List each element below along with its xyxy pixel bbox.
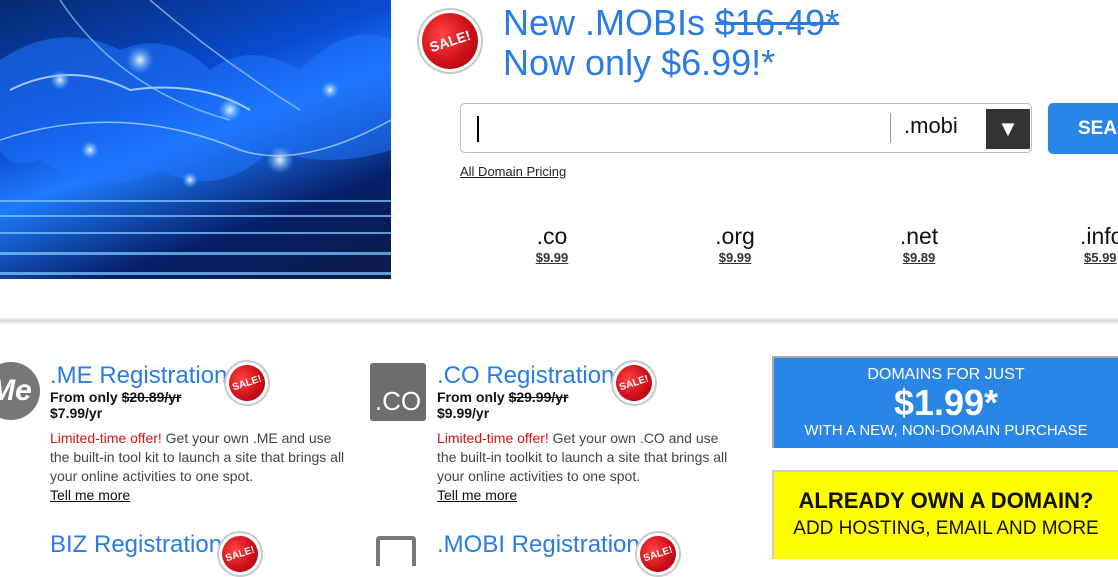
tld-select-value[interactable]: .mobi (904, 113, 958, 139)
promo-price: $1.99* (893, 382, 999, 423)
me-logo-icon: Me (0, 362, 40, 420)
headline-prefix: New .MOBIs (503, 2, 716, 43)
promo-yellow-line-1: ALREADY OWN A DOMAIN? (798, 488, 1094, 513)
me-tell-me-more-link[interactable]: Tell me more (50, 487, 130, 503)
tld-price[interactable]: $5.99 (1050, 250, 1118, 265)
sale-badge: SALE! (224, 360, 270, 406)
sale-badge: SALE! (635, 531, 681, 577)
me-description: Limited-time offer! Get your own .ME and… (50, 430, 345, 484)
sale-badge: SALE! (414, 5, 486, 77)
all-domain-pricing-link[interactable]: All Domain Pricing (460, 164, 566, 179)
promo-line-3: WITH A NEW, NON-DOMAIN PURCHASE (804, 422, 1088, 439)
tld-price[interactable]: $9.89 (859, 250, 979, 265)
headline-line-1: New .MOBIs $16.49* (503, 3, 839, 43)
tld-price[interactable]: $9.99 (675, 250, 795, 265)
mobile-phone-icon (376, 536, 416, 566)
hero-image (0, 0, 391, 279)
mobi-registration-title[interactable]: .MOBI Registration (437, 531, 640, 559)
tld-item-org[interactable]: .org $9.99 (675, 223, 795, 265)
domain-search-input[interactable] (475, 114, 879, 144)
co-tell-me-more-link[interactable]: Tell me more (437, 487, 517, 503)
search-button[interactable]: SEA (1048, 103, 1118, 154)
biz-registration-title[interactable]: BIZ Registration (50, 531, 222, 559)
me-registration-title[interactable]: .ME Registration (50, 362, 227, 390)
tld-item-co[interactable]: .co $9.99 (492, 223, 612, 265)
sale-badge: SALE! (611, 360, 657, 406)
co-price: From only $29.99/yr $9.99/yr (437, 389, 569, 421)
tld-name: .net (899, 223, 939, 249)
co-logo-icon: .CO (370, 363, 426, 421)
tld-item-net[interactable]: .net $9.89 (859, 223, 979, 265)
tld-name: .co (536, 223, 568, 249)
tld-separator (890, 113, 891, 143)
domains-promo-banner[interactable]: DOMAINS FOR JUST $1.99* WITH A NEW, NON-… (772, 356, 1118, 448)
promo-headline: New .MOBIs $16.49* Now only $6.99!* (503, 3, 839, 83)
headline-old-price: $16.49* (715, 2, 840, 43)
world-network-graphic (0, 0, 391, 275)
sale-badge: SALE! (217, 531, 263, 577)
chevron-down-icon[interactable]: ▼ (986, 109, 1030, 149)
section-divider (0, 318, 1118, 324)
tld-item-info[interactable]: .info $5.99 (1050, 223, 1118, 265)
hosting-promo-banner[interactable]: ALREADY OWN A DOMAIN? ADD HOSTING, EMAIL… (772, 470, 1118, 559)
tld-name: .org (715, 223, 755, 249)
headline-line-2: Now only $6.99!* (503, 42, 776, 83)
promo-yellow-line-2: ADD HOSTING, EMAIL AND MORE (793, 518, 1099, 539)
tld-name: .info (1080, 223, 1118, 249)
domain-search-box: .mobi ▼ (460, 103, 1032, 153)
me-price: From only $20.89/yr $7.99/yr (50, 389, 182, 421)
co-description: Limited-time offer! Get your own .CO and… (437, 430, 728, 484)
co-registration-title[interactable]: .CO Registration (437, 362, 614, 390)
tld-price[interactable]: $9.99 (492, 250, 612, 265)
text-caret (477, 116, 479, 142)
